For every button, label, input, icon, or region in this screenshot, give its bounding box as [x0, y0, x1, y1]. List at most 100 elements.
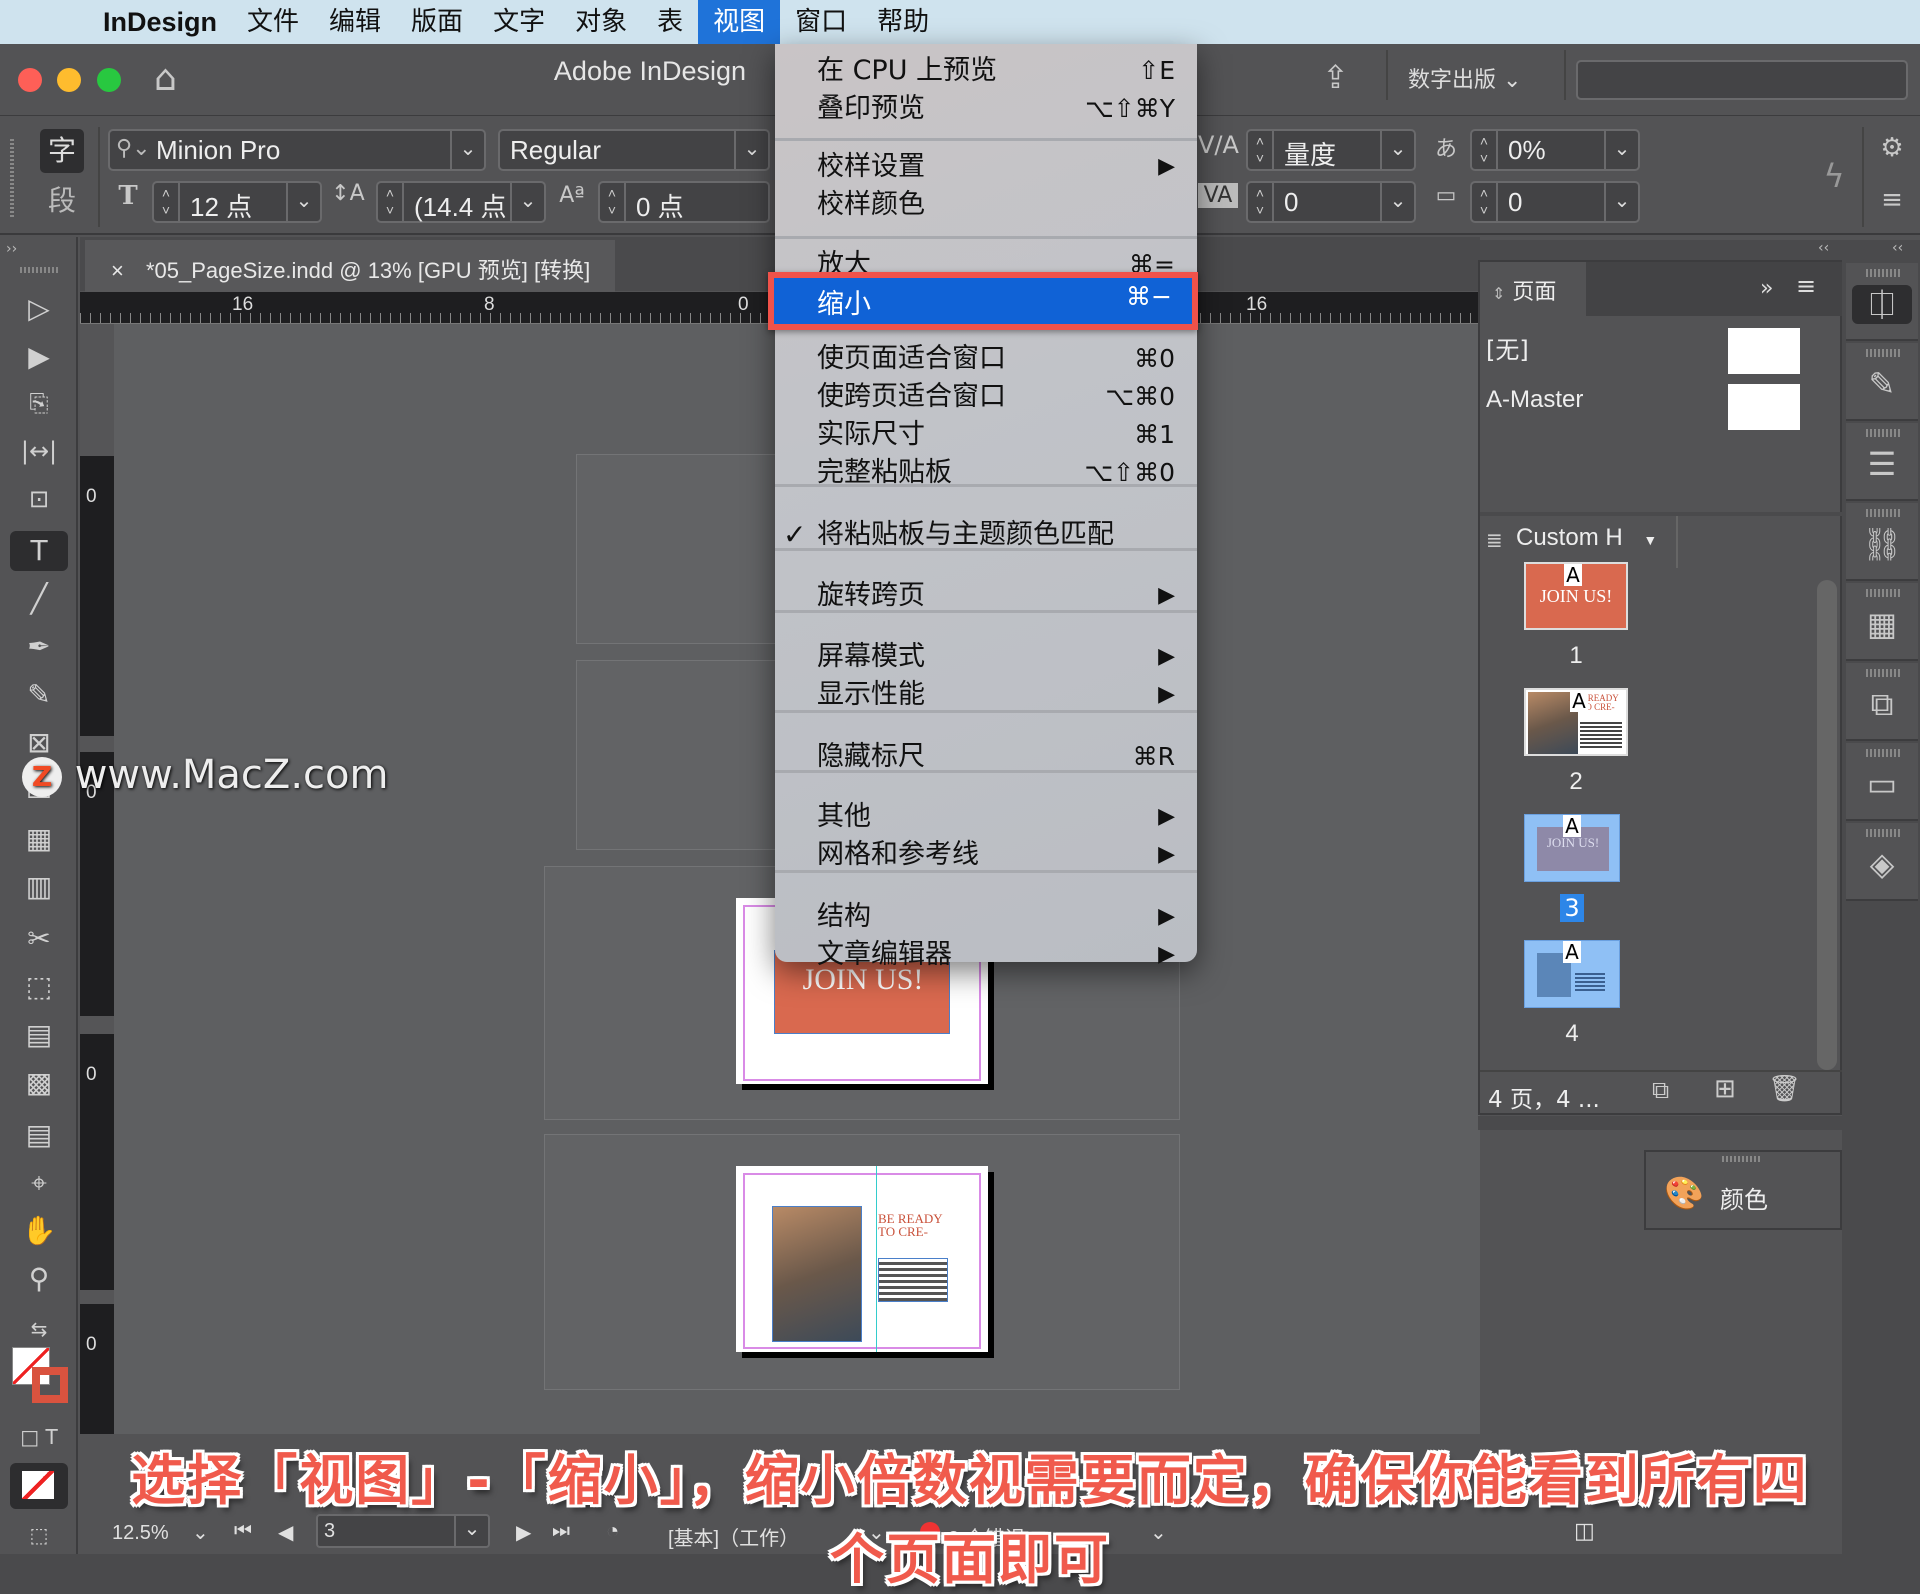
pages-panel-icon[interactable]: ⎅ — [1852, 285, 1912, 324]
panel-grip[interactable] — [20, 267, 58, 273]
menu-window[interactable]: 窗口 — [780, 0, 862, 44]
chevron-down-icon[interactable]: ⌄ — [1380, 131, 1414, 169]
quick-apply-icon[interactable]: ϟ — [1816, 157, 1852, 195]
apply-none-button[interactable] — [10, 1463, 68, 1509]
page4-photo-frame[interactable] — [772, 1206, 862, 1342]
menu-view[interactable]: 视图 — [698, 0, 781, 44]
share-icon[interactable]: ⇪ — [1322, 58, 1349, 96]
font-size-field[interactable]: ˄ ˅ 12 点 ⌄ — [152, 181, 322, 223]
vertical-ruler[interactable]: 0 0 0 0 — [80, 324, 114, 1434]
stepper-icon[interactable]: ˄ ˅ — [1248, 183, 1274, 221]
table-tool-icon[interactable]: ▦ — [10, 819, 68, 859]
menu-object[interactable]: 对象 — [560, 0, 642, 44]
leading-field[interactable]: ˄ ˅ (14.4 点 ⌄ — [376, 181, 546, 223]
page-thumbnail-4[interactable]: A — [1524, 940, 1620, 1008]
menu-item-fit-spread[interactable]: 使跨页适合窗口 ⌥⌘0 — [775, 378, 1197, 416]
page-4[interactable]: BE READY TO CRE- — [736, 1166, 988, 1352]
expand-panel-icon[interactable]: ›› — [6, 241, 17, 257]
chevron-down-icon[interactable]: ⌄ — [1604, 183, 1638, 221]
chevron-down-icon[interactable]: ⌄ — [286, 183, 320, 221]
line-tool-icon[interactable]: ╱ — [10, 579, 68, 619]
selection-tool-icon[interactable]: ▷ — [10, 289, 68, 329]
chevron-down-icon[interactable]: ⌄ — [734, 131, 768, 169]
menu-layout[interactable]: 版面 — [396, 0, 478, 44]
chevron-down-icon[interactable]: ⌄ — [1380, 183, 1414, 221]
menu-item-story-editor[interactable]: 文章编辑器 ▶ — [775, 936, 1197, 970]
collapse-panel-icon[interactable]: ‹‹ — [1818, 240, 1829, 256]
menu-table[interactable]: 表 — [642, 0, 698, 44]
swap-fill-stroke-icon[interactable]: ⇆ — [10, 1309, 68, 1349]
formatting-container-icon[interactable]: □ T — [10, 1417, 68, 1457]
close-window-button[interactable] — [18, 68, 42, 92]
menu-help[interactable]: 帮助 — [862, 0, 944, 44]
page-thumbnail-2[interactable]: E READY TO CRE- A — [1524, 688, 1628, 756]
cc-libraries-icon[interactable]: ⧉ — [1846, 685, 1918, 724]
pencil-tool-icon[interactable]: ✎ — [10, 675, 68, 715]
paragraph-mode-tab[interactable]: 段 — [40, 179, 84, 223]
layers-icon[interactable]: ◈ — [1846, 845, 1918, 883]
menu-app[interactable]: InDesign — [88, 0, 232, 44]
page-tool-icon[interactable]: ⎘ — [10, 383, 68, 423]
character-mode-tab[interactable]: 字 — [40, 129, 84, 173]
grid-tool-icon[interactable]: ▥ — [10, 867, 68, 907]
edit-page-size-icon[interactable]: ⧉ — [1652, 1076, 1669, 1104]
menu-item-proof-setup[interactable]: 校样设置 ▶ — [775, 148, 1197, 186]
stepper-icon[interactable]: ˄ ˅ — [1472, 183, 1498, 221]
panel-menu-icon[interactable]: ≡ — [1874, 185, 1910, 215]
stroke-swatch[interactable] — [32, 1367, 68, 1403]
properties-icon[interactable]: ✎ — [1846, 365, 1918, 403]
menu-item-overprint-preview[interactable]: 叠印预览 ⌥⇧⌘Y — [775, 90, 1197, 128]
gear-icon[interactable]: ⚙ — [1874, 133, 1910, 163]
close-tab-icon[interactable]: × — [111, 258, 124, 283]
workspace-switcher[interactable]: 数字出版 ⌄ — [1408, 62, 1521, 94]
stepper-icon[interactable]: ˄ ˅ — [1472, 131, 1498, 169]
zoom-tool-icon[interactable]: ⚲ — [10, 1259, 68, 1299]
master-none-thumbnail[interactable] — [1728, 328, 1800, 374]
menu-edit[interactable]: 编辑 — [314, 0, 396, 44]
document-tab[interactable]: × *05_PageSize.indd @ 13% [GPU 预览] [转换] — [85, 240, 615, 292]
panel-expand-icon[interactable]: » — [1760, 276, 1773, 301]
minimize-window-button[interactable] — [57, 68, 81, 92]
menu-item-structure[interactable]: 结构 ▶ — [775, 898, 1197, 936]
stepper-icon[interactable]: ˄ ˅ — [600, 183, 626, 221]
eyedropper-tool-icon[interactable]: ⌖ — [10, 1163, 68, 1203]
grid-spacing-field[interactable]: ˄ ˅ 0 ⌄ — [1470, 181, 1640, 223]
menu-item-fit-page[interactable]: 使页面适合窗口 ⌘0 — [775, 340, 1197, 378]
search-input[interactable] — [1576, 60, 1908, 100]
menu-item-zoom-out[interactable]: 缩小 ⌘− — [768, 272, 1198, 330]
stepper-icon[interactable]: ˄ ˅ — [154, 183, 180, 221]
menu-item-screen-mode[interactable]: 屏幕模式 ▶ — [775, 638, 1197, 676]
kerning-field[interactable]: ˄ ˅ 量度 ⌄ — [1246, 129, 1416, 171]
menu-item-extras[interactable]: 其他 ▶ — [775, 798, 1197, 836]
stepper-icon[interactable]: ˄ ˅ — [1248, 131, 1274, 169]
delete-page-icon[interactable]: 🗑 — [1768, 1074, 1801, 1104]
menu-item-preview-cpu[interactable]: 在 CPU 上预览 ⇧E — [775, 52, 1197, 90]
color-panel-button[interactable]: 🎨 颜色 — [1644, 1150, 1842, 1230]
font-style-field[interactable]: Regular ⌄ — [498, 129, 770, 171]
font-family-field[interactable]: ⚲⌄ Minion Pro ⌄ — [108, 129, 486, 171]
gradient-swatch-tool-icon[interactable]: ▤ — [10, 1015, 68, 1055]
master-a[interactable]: A-Master — [1486, 386, 1583, 414]
chevron-down-icon[interactable]: ⌄ — [510, 183, 544, 221]
master-none[interactable]: [无] — [1486, 330, 1529, 365]
free-transform-tool-icon[interactable]: ⬚ — [10, 967, 68, 1007]
type-tool-icon[interactable]: T — [10, 531, 68, 571]
content-collector-icon[interactable]: ⊡ — [10, 479, 68, 519]
menu-file[interactable]: 文件 — [232, 0, 314, 44]
panel-resize-grip[interactable] — [1478, 1116, 1842, 1130]
menu-type[interactable]: 文字 — [478, 0, 560, 44]
new-page-icon[interactable]: ⊞ — [1714, 1074, 1736, 1104]
gradient-feather-tool-icon[interactable]: ▩ — [10, 1063, 68, 1103]
gradient-panel-icon[interactable]: ▭ — [1846, 765, 1918, 803]
master-a-thumbnail[interactable] — [1728, 384, 1800, 430]
panel-grip[interactable] — [10, 137, 14, 217]
menu-item-proof-colors[interactable]: 校样颜色 — [775, 186, 1197, 224]
gap-tool-icon[interactable]: |↔| — [10, 431, 68, 471]
scissors-tool-icon[interactable]: ✂ — [10, 919, 68, 959]
pages-panel-tab[interactable]: ⇕ 页面 — [1480, 262, 1586, 316]
note-tool-icon[interactable]: ▤ — [10, 1115, 68, 1155]
chevron-down-icon[interactable]: ⌄ — [450, 131, 484, 169]
baseline-shift-field[interactable]: ˄ ˅ 0 点 — [598, 181, 770, 223]
screen-mode-icon[interactable]: ⬚ — [10, 1515, 68, 1555]
panel-scrollbar[interactable] — [1817, 580, 1837, 1070]
